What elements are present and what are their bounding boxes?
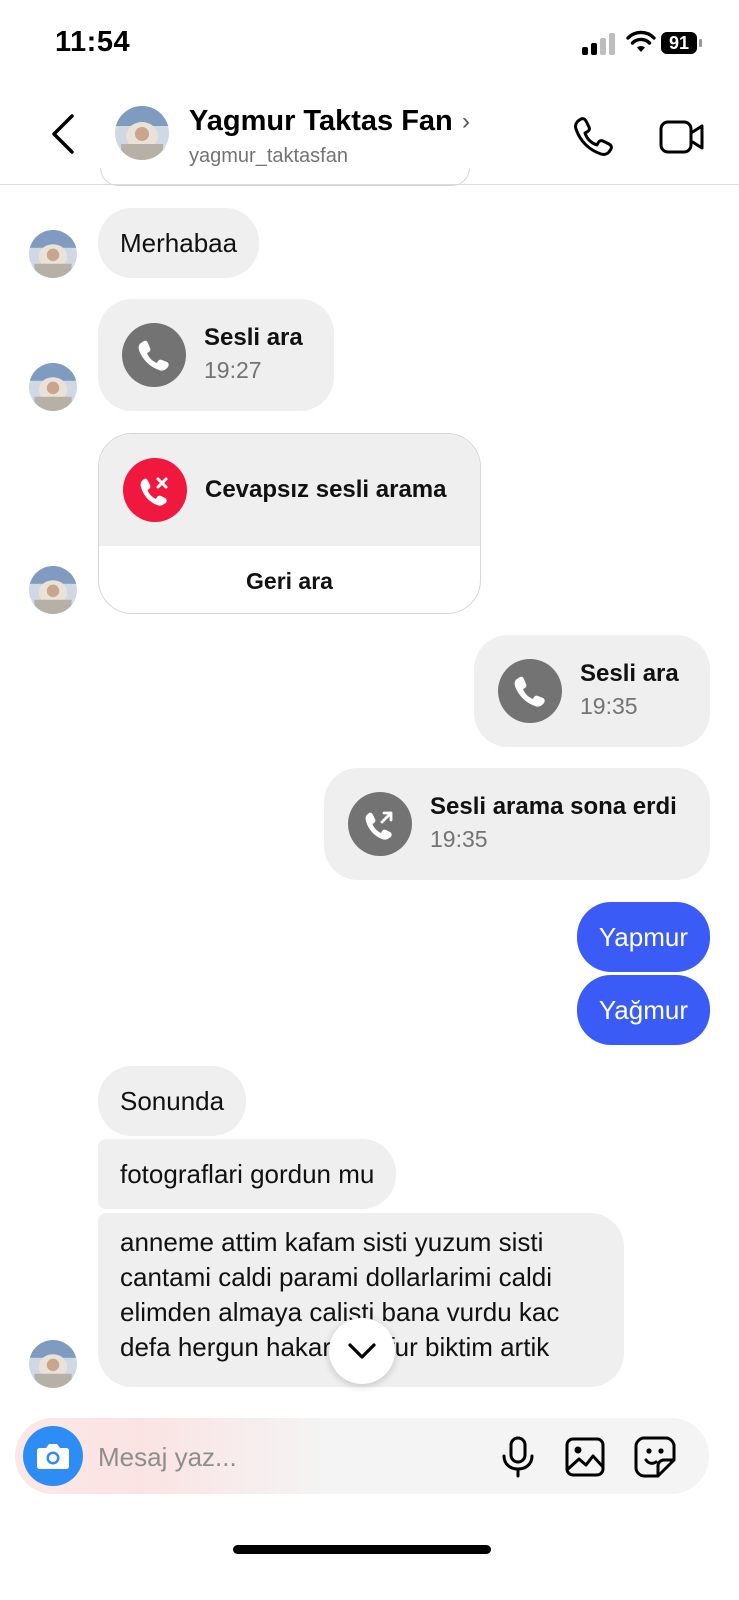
call-time: 19:35: [430, 826, 488, 852]
phone-icon: [122, 323, 186, 387]
audio-call-button[interactable]: [572, 114, 616, 158]
missed-call-icon: [123, 458, 187, 522]
sticker-button[interactable]: [634, 1436, 676, 1478]
phone-icon: [498, 659, 562, 723]
voice-call-card[interactable]: Sesli ara 19:27: [98, 299, 334, 411]
outgoing-call-icon: [348, 792, 412, 856]
message-bubble[interactable]: Merhabaa: [98, 208, 260, 278]
avatar[interactable]: [115, 106, 169, 160]
gallery-button[interactable]: [565, 1437, 605, 1477]
avatar[interactable]: [29, 566, 77, 614]
call-back-button[interactable]: Geri ara: [99, 546, 480, 613]
battery-icon: 91: [661, 32, 703, 56]
call-time: 19:35: [580, 693, 638, 719]
message-bubble[interactable]: Sonunda: [98, 1066, 247, 1136]
message-bubble[interactable]: fotograflari gordun mu: [98, 1139, 397, 1209]
battery-level: 91: [661, 32, 697, 54]
status-time: 11:54: [55, 26, 131, 58]
message-input[interactable]: [98, 1437, 478, 1477]
chevron-right-icon[interactable]: ›: [462, 108, 470, 136]
call-title: Sesli ara: [204, 324, 303, 351]
back-button[interactable]: [46, 112, 82, 156]
missed-call-title: Cevapsız sesli arama: [205, 476, 447, 503]
microphone-button[interactable]: [498, 1436, 538, 1478]
camera-button[interactable]: [23, 1426, 83, 1486]
call-title: Sesli arama sona erdi: [430, 793, 677, 820]
call-time: 19:27: [204, 357, 262, 383]
avatar[interactable]: [29, 1340, 77, 1388]
call-title: Sesli ara: [580, 660, 679, 687]
voice-call-card[interactable]: Sesli ara 19:35: [474, 635, 710, 747]
cellular-signal-icon: [582, 33, 622, 55]
contact-name[interactable]: Yagmur Taktas Fan: [189, 105, 453, 138]
missed-call-card: Cevapsız sesli arama Geri ara: [98, 433, 481, 614]
partial-bubble: [100, 168, 470, 186]
wifi-icon: [626, 30, 656, 52]
scroll-down-button[interactable]: [329, 1318, 395, 1384]
contact-username[interactable]: yagmur_taktasfan: [189, 145, 348, 168]
avatar[interactable]: [29, 363, 77, 411]
camera-icon: [37, 1444, 69, 1469]
home-indicator: [233, 1545, 491, 1554]
video-call-button[interactable]: [659, 118, 705, 156]
sent-message-bubble[interactable]: Yapmur: [576, 902, 710, 972]
avatar[interactable]: [29, 230, 77, 278]
sent-message-bubble[interactable]: Yağmur: [576, 975, 710, 1045]
call-ended-card[interactable]: Sesli arama sona erdi 19:35: [324, 768, 710, 880]
